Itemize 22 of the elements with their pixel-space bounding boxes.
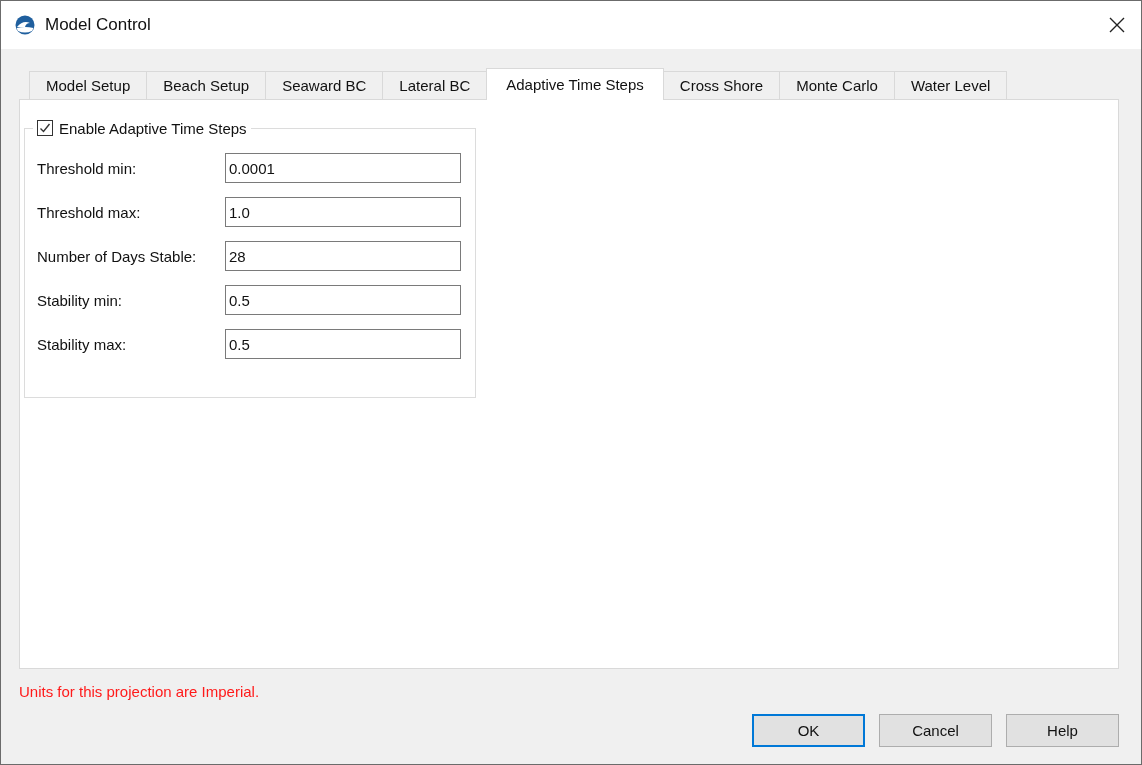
field-label: Threshold min: [37,159,138,177]
input-field[interactable]: 0.0001 [225,153,461,183]
tab[interactable]: Adaptive Time Steps [486,68,664,100]
input-field[interactable]: 0.5 [225,285,461,315]
app-logo-icon [15,15,35,35]
checkbox-label: Enable Adaptive Time Steps [59,119,247,137]
field-label: Threshold max: [37,203,142,221]
units-message: Units for this projection are Imperial. [19,683,261,700]
close-icon[interactable] [1109,17,1125,33]
field-label: Number of Days Stable: [37,247,198,265]
tab[interactable]: Water Level [893,71,1008,99]
dialog-button[interactable]: Help [1006,714,1119,747]
checkbox[interactable] [37,120,53,136]
input-field[interactable]: 28 [225,241,461,271]
dialog-button[interactable]: OK [752,714,865,747]
window-title: Model Control [45,15,152,35]
field-label: Stability min: [37,291,124,309]
tab[interactable]: Model Setup [29,71,148,99]
input-field[interactable]: 0.5 [225,329,461,359]
input-field[interactable]: 1.0 [225,197,461,227]
field-label: Stability max: [37,335,128,353]
dialog-button[interactable]: Cancel [879,714,992,747]
